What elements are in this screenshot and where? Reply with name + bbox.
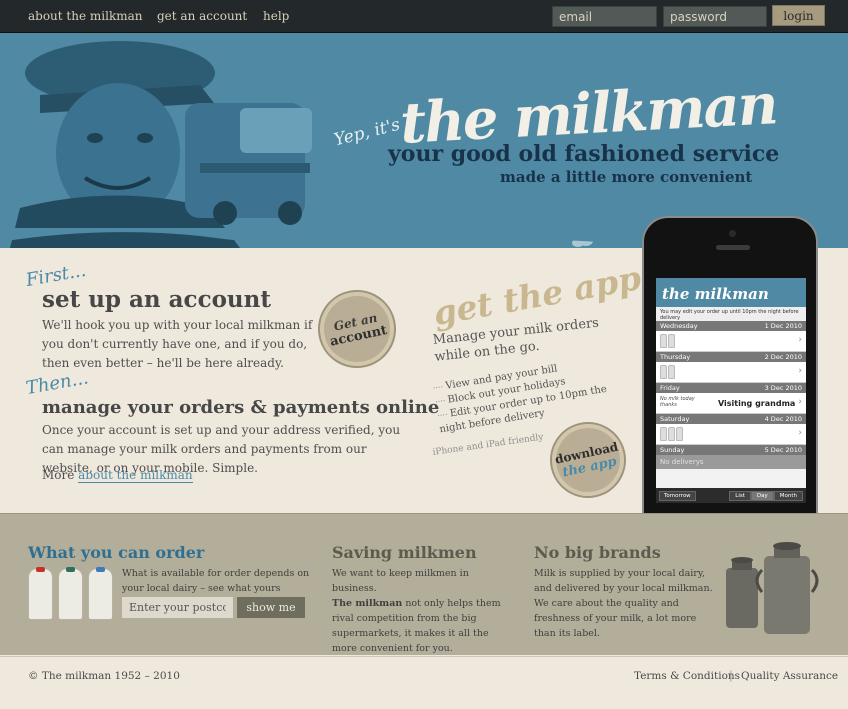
quality-link[interactable]: Quality Assurance bbox=[741, 670, 838, 682]
brands-body: Milk is supplied by your local dairy, an… bbox=[534, 568, 713, 639]
postcode-input[interactable] bbox=[122, 597, 233, 618]
day-header: Saturday 4 Dec 2010 bbox=[656, 414, 806, 424]
chevron-right-icon: › bbox=[798, 397, 802, 407]
nav-help[interactable]: help bbox=[263, 9, 289, 23]
more-about-line: More about the milkman bbox=[42, 468, 193, 483]
day-row[interactable]: › bbox=[656, 331, 806, 352]
login-button[interactable]: login bbox=[772, 5, 825, 26]
step2-lead: Then... bbox=[24, 367, 91, 399]
day-row[interactable]: No milk today thanks Visiting grandma › bbox=[656, 393, 806, 414]
copyright-text: © The milkman 1952 – 2010 bbox=[28, 670, 180, 682]
milk-bottle-icon bbox=[58, 567, 83, 620]
step1-body: We'll hook you up with your local milkma… bbox=[42, 318, 313, 370]
day-row[interactable]: › bbox=[656, 424, 806, 445]
phone-screen: the milkman You may edit your order up u… bbox=[656, 278, 806, 503]
day-header: Thursday 2 Dec 2010 bbox=[656, 352, 806, 362]
no-deliveries-row: No deliverys bbox=[656, 455, 806, 469]
top-bar: about the milkman get an account help lo… bbox=[0, 0, 848, 33]
segment-list[interactable]: List bbox=[729, 490, 751, 501]
app-toolbar: Tomorrow List Day Month bbox=[656, 488, 806, 503]
hero-tagline: your good old fashioned service bbox=[388, 141, 780, 167]
milk-bottle-icon bbox=[28, 567, 53, 620]
terms-link[interactable]: Terms & Conditions bbox=[634, 670, 740, 682]
get-account-badge[interactable]: Get an account bbox=[313, 285, 401, 373]
step1-title: set up an account bbox=[42, 286, 271, 313]
app-title: the milkman bbox=[656, 278, 806, 307]
footer: © The milkman 1952 – 2010 Terms & Condit… bbox=[0, 656, 848, 709]
phone-speaker bbox=[716, 245, 750, 250]
chevron-right-icon: › bbox=[798, 335, 802, 345]
app-device-note: iPhone and iPad friendly bbox=[432, 432, 545, 458]
day-row[interactable]: › bbox=[656, 362, 806, 383]
iphone-mockup: the milkman You may edit your order up u… bbox=[642, 216, 818, 516]
nav-get-account[interactable]: get an account bbox=[157, 9, 247, 23]
segment-day[interactable]: Day bbox=[750, 490, 774, 501]
chevron-right-icon: › bbox=[798, 366, 802, 376]
chevron-right-icon: › bbox=[798, 428, 802, 438]
saving-title: Saving milkmen bbox=[332, 543, 477, 562]
day-header: Sunday 5 Dec 2010 bbox=[656, 445, 806, 455]
milk-bottle-icon bbox=[88, 567, 113, 620]
more-about-link[interactable]: about the milkman bbox=[78, 468, 193, 483]
milk-churns-image bbox=[726, 542, 819, 634]
day-header: Wednesday 1 Dec 2010 bbox=[656, 321, 806, 331]
segment-month[interactable]: Month bbox=[773, 490, 803, 501]
step2-title: manage your orders & payments online bbox=[42, 397, 440, 418]
view-segmented-control: List Day Month bbox=[729, 490, 803, 501]
nav-about[interactable]: about the milkman bbox=[28, 9, 142, 23]
day-header: Friday 3 Dec 2010 bbox=[656, 383, 806, 393]
email-field[interactable] bbox=[552, 6, 657, 27]
show-me-button[interactable]: show me bbox=[237, 597, 305, 618]
tomorrow-button[interactable]: Tomorrow bbox=[659, 490, 696, 501]
footer-separator: | bbox=[729, 669, 733, 682]
hero-subtagline: made a little more convenient bbox=[500, 168, 753, 186]
milk-churn-large bbox=[755, 542, 819, 634]
app-edit-info: You may edit your order up until 10pm th… bbox=[656, 307, 806, 321]
password-field[interactable] bbox=[663, 6, 767, 27]
milk-churn-small bbox=[726, 557, 758, 628]
brands-title: No big brands bbox=[534, 543, 661, 562]
milk-float bbox=[185, 103, 312, 225]
more-prefix: More bbox=[42, 468, 79, 482]
order-title: What you can order bbox=[28, 543, 205, 562]
saving-body: We want to keep milkmen in business. The… bbox=[332, 568, 501, 654]
phone-camera bbox=[729, 230, 736, 237]
download-app-badge[interactable]: download the app bbox=[545, 417, 631, 503]
